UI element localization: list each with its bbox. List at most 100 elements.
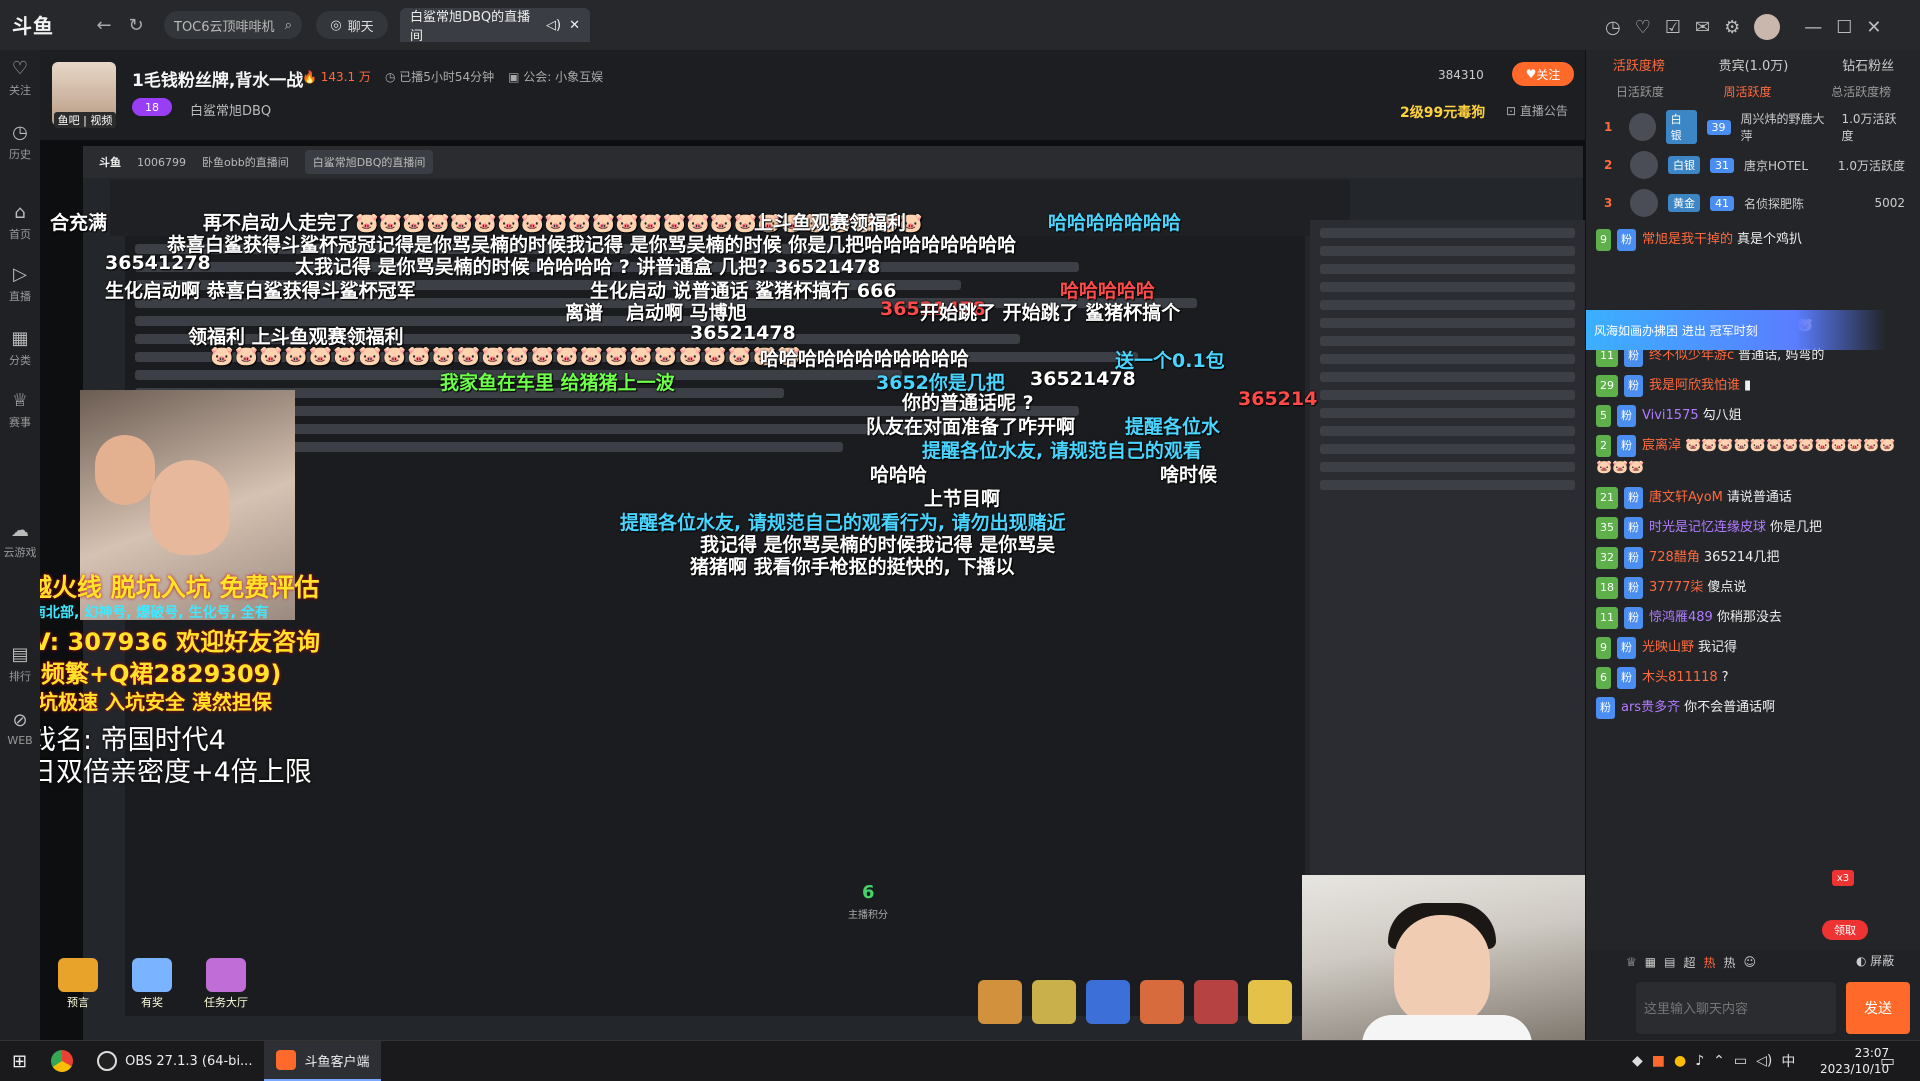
- gift-icon[interactable]: [978, 980, 1022, 1024]
- shield-button[interactable]: ◐ 屏蔽: [1856, 952, 1894, 969]
- follow-button[interactable]: ♥ 关注: [1512, 62, 1574, 86]
- chat-message[interactable]: 9 粉光映山野 我记得: [1586, 633, 1920, 663]
- favorite-icon[interactable]: ♡: [1635, 17, 1651, 38]
- notice-button[interactable]: ⊡ 直播公告: [1506, 102, 1568, 119]
- rank-card[interactable]: 2级99元毒狗: [1400, 102, 1485, 122]
- chat-nick[interactable]: 我是阿欣我怕谁: [1649, 378, 1740, 393]
- subtab-total[interactable]: 总活跃度榜: [1831, 83, 1891, 100]
- history-icon[interactable]: ◷: [1605, 17, 1621, 38]
- tray-icon[interactable]: ■: [1652, 1053, 1665, 1069]
- tray-icon[interactable]: ⌃: [1713, 1053, 1725, 1069]
- send-button[interactable]: 发送: [1846, 982, 1910, 1034]
- chat-nick[interactable]: 常旭是我干掉的: [1642, 232, 1733, 247]
- ime-icon[interactable]: 中: [1781, 1051, 1795, 1071]
- close-tab-icon[interactable]: ✕: [569, 18, 580, 33]
- avatar-tag[interactable]: 鱼吧 | 视频: [54, 112, 116, 128]
- chat-nick[interactable]: ars贵多齐: [1621, 700, 1680, 715]
- tab-diamond[interactable]: 钻石粉丝: [1842, 55, 1894, 74]
- tab-room[interactable]: 白鲨常旭DBQ的直播间 ◁) ✕: [400, 8, 590, 44]
- refresh-icon[interactable]: ↻: [122, 11, 150, 39]
- rank-row[interactable]: 2 白银 31 唐京HOTEL 1.0万活跃度: [1586, 146, 1920, 184]
- gift-icon[interactable]: [1086, 980, 1130, 1024]
- nav-clock[interactable]: ◷ 历史: [0, 122, 40, 162]
- gift-icon[interactable]: [1032, 980, 1076, 1024]
- chat-input[interactable]: [1636, 982, 1836, 1034]
- chat-nick[interactable]: 728醋角: [1649, 550, 1700, 565]
- streamer-name[interactable]: 白鲨常旭DBQ: [190, 100, 271, 119]
- guild[interactable]: ▣ 公会: 小象互娱: [508, 68, 603, 85]
- tab-activity[interactable]: 活跃度榜: [1613, 55, 1665, 74]
- chrome-taskbar[interactable]: [39, 1041, 85, 1081]
- volume-icon[interactable]: ◁): [1756, 1053, 1772, 1069]
- chat-message[interactable]: 21 粉唐文轩AyoM 请说普通话: [1586, 483, 1920, 513]
- chat-message[interactable]: 35 粉时光是记忆连缘皮球 你是几把: [1586, 513, 1920, 543]
- start-button[interactable]: ⊞: [0, 1041, 39, 1081]
- tab-vip[interactable]: 贵宾(1.0万): [1719, 55, 1789, 74]
- chat-nick[interactable]: 木头811118: [1642, 670, 1718, 685]
- subtab-weekly[interactable]: 周活跃度: [1723, 83, 1771, 100]
- tray-icon[interactable]: ♪: [1695, 1053, 1704, 1069]
- danmu-style-icon[interactable]: ▤: [1664, 955, 1675, 969]
- video-player[interactable]: 斗鱼 1006799 卧鱼obb的直播间 白鲨常旭DBQ的直播间 6 主播积分 …: [40, 140, 1585, 1050]
- rank-row[interactable]: 3 黄金 41 名侦探肥陈 5002: [1586, 184, 1920, 222]
- rank-row[interactable]: 1 白银 39 周兴炜的野鹿大萍 1.0万活跃度: [1586, 108, 1920, 146]
- chat-nick[interactable]: 宸离淖: [1642, 438, 1681, 453]
- search-input[interactable]: TOC6云顶啡啡机 ⌕: [164, 11, 302, 39]
- task-icon[interactable]: ☑: [1665, 17, 1681, 38]
- nav-heart[interactable]: ♡ 关注: [0, 58, 40, 98]
- chat-message[interactable]: 29 粉我是阿欣我怕谁 ▮: [1586, 371, 1920, 401]
- settings-icon[interactable]: ⚙: [1724, 17, 1740, 38]
- hot-icon[interactable]: 热: [1703, 954, 1715, 971]
- hot2-icon[interactable]: 热: [1723, 954, 1735, 971]
- chat-nick[interactable]: 37777柒: [1649, 580, 1703, 595]
- network-icon[interactable]: ▭: [1734, 1053, 1747, 1069]
- nav-play[interactable]: ▷ 直播: [0, 264, 40, 304]
- nav-trophy[interactable]: ♕ 赛事: [0, 390, 40, 430]
- task-hall-button[interactable]: 任务大厅: [198, 958, 254, 1010]
- douyu-taskbar[interactable]: 斗鱼客户端: [264, 1041, 382, 1081]
- obs-taskbar[interactable]: OBS 27.1.3 (64-bi...: [85, 1041, 264, 1081]
- chat-message[interactable]: 9 粉常旭是我干掉的 真是个鸡扒: [1586, 225, 1920, 255]
- reward-button[interactable]: 有奖: [124, 958, 180, 1010]
- clock[interactable]: 23:07 2023/10/10: [1820, 1045, 1889, 1077]
- chat-nick[interactable]: 终不似少年游c: [1649, 348, 1734, 363]
- chat-message[interactable]: 32 粉 728醋角 365214几把: [1586, 543, 1920, 573]
- maximize-icon[interactable]: ☐: [1836, 17, 1852, 38]
- gift-icon[interactable]: [1248, 980, 1292, 1024]
- super-icon[interactable]: 超: [1683, 954, 1695, 971]
- badge-icon[interactable]: ▦: [1645, 955, 1656, 969]
- emoji-icon[interactable]: ☺: [1744, 955, 1757, 969]
- back-icon[interactable]: ←: [90, 11, 118, 39]
- nav-rank[interactable]: ▤ 排行: [0, 644, 40, 684]
- gift-icon[interactable]: [1140, 980, 1184, 1024]
- tray-icon[interactable]: ●: [1674, 1053, 1686, 1069]
- chat-nick[interactable]: Vivi1575: [1642, 408, 1699, 423]
- nav-grid[interactable]: ▦ 分类: [0, 328, 40, 368]
- chat-message[interactable]: 18 粉 37777柒 傻点说: [1586, 573, 1920, 603]
- chat-tab[interactable]: ◎ 聊天: [316, 11, 388, 39]
- user-avatar[interactable]: [1754, 14, 1781, 40]
- predict-button[interactable]: 预言: [50, 958, 106, 1010]
- chat-nick[interactable]: 惊鸿雁489: [1649, 610, 1713, 625]
- message-icon[interactable]: ✉: [1695, 17, 1710, 38]
- mute-icon[interactable]: ◁): [546, 18, 561, 33]
- nav-web[interactable]: ⊘ WEB: [0, 710, 40, 747]
- nav-home[interactable]: ⌂ 首页: [0, 202, 40, 242]
- subtab-daily[interactable]: 日活跃度: [1616, 83, 1664, 100]
- chat-nick[interactable]: 时光是记忆连缘皮球: [1649, 520, 1766, 535]
- claim-button[interactable]: 领取: [1822, 920, 1868, 940]
- close-icon[interactable]: ✕: [1866, 17, 1881, 38]
- chat-message[interactable]: 2 粉宸离淖 🐷🐷🐷🐷🐷🐷🐷🐷🐷🐷🐷🐷🐷🐷🐷🐷: [1586, 431, 1920, 483]
- fan-badge-icon[interactable]: ♕: [1626, 955, 1637, 969]
- chat-nick[interactable]: 唐文轩AyoM: [1649, 490, 1723, 505]
- nav-cloud[interactable]: ☁ 云游戏: [0, 520, 40, 560]
- chat-nick[interactable]: 光映山野: [1642, 640, 1694, 655]
- chat-message[interactable]: 6 粉木头811118?: [1586, 663, 1920, 693]
- chat-message[interactable]: 11 粉惊鸿雁489 你稍那没去: [1586, 603, 1920, 633]
- notification-icon[interactable]: ▭: [1880, 1051, 1895, 1070]
- chat-message[interactable]: 5 粉 Vivi1575 勾八姐: [1586, 401, 1920, 431]
- gift-icon[interactable]: [1194, 980, 1238, 1024]
- tray-icon[interactable]: ◆: [1632, 1053, 1643, 1069]
- chat-message[interactable]: 粉 ars贵多齐 你不会普通话啊: [1586, 693, 1920, 723]
- minimize-icon[interactable]: —: [1804, 17, 1822, 38]
